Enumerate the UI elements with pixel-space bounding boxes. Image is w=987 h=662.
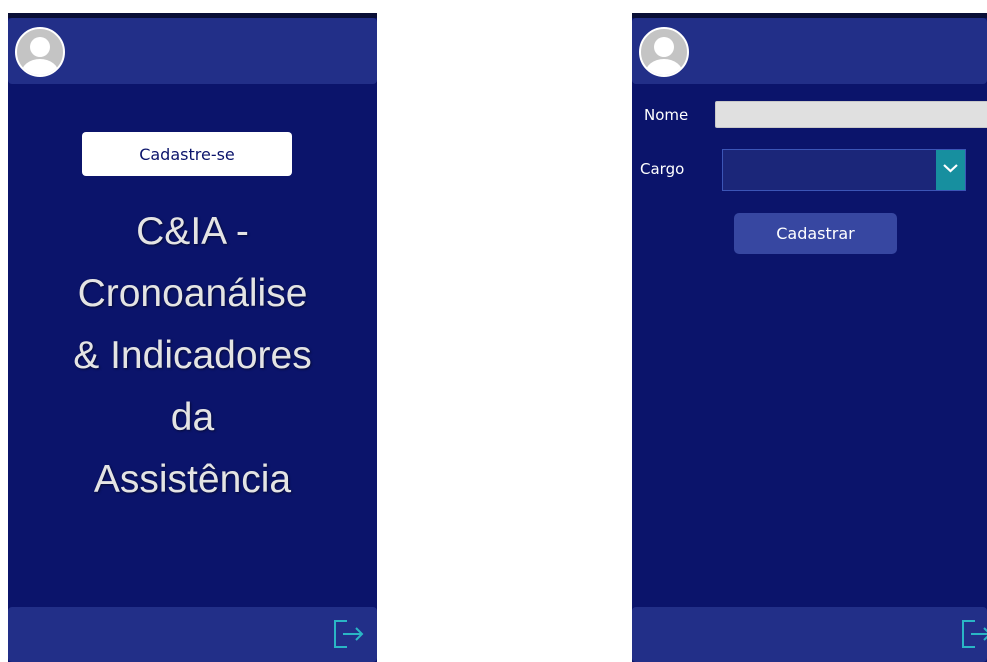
signup-screen: Cadastre-se C&IA - Cronoanálise & Indica… <box>8 13 377 662</box>
header-bar <box>8 18 377 84</box>
app-title-line: Assistência <box>93 458 292 501</box>
header-bar <box>632 18 987 84</box>
app-title-line: & Indicadores <box>73 334 312 377</box>
register-button[interactable]: Cadastrar <box>734 213 897 254</box>
app-title: C&IA - Cronoanálise & Indicadores da Ass… <box>8 201 377 511</box>
cargo-dropdown[interactable] <box>722 149 966 191</box>
app-title-line: da <box>170 396 215 439</box>
name-label: Nome <box>644 106 689 124</box>
logout-icon[interactable] <box>959 617 987 651</box>
signup-button[interactable]: Cadastre-se <box>82 132 292 176</box>
user-avatar-icon[interactable] <box>639 27 689 77</box>
chevron-down-icon[interactable] <box>936 150 965 190</box>
register-screen: Nome Cargo Cadastrar <box>632 13 987 662</box>
user-avatar-icon[interactable] <box>15 27 65 77</box>
name-input[interactable] <box>715 101 987 128</box>
logout-icon[interactable] <box>331 617 365 651</box>
app-title-line: Cronoanálise <box>77 272 308 315</box>
footer-bar <box>632 607 987 662</box>
cargo-label: Cargo <box>640 160 685 178</box>
footer-bar <box>8 607 377 662</box>
app-title-line: C&IA - <box>136 210 249 253</box>
